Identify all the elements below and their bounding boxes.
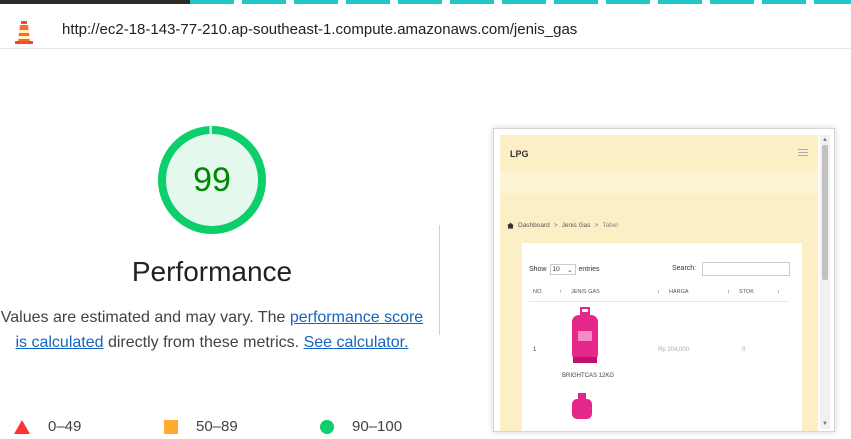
gas-cylinder-image (572, 393, 592, 419)
col-jenis-gas: JENIS GAS (571, 289, 600, 295)
lighthouse-icon (15, 21, 33, 44)
sort-icon: ↕ (727, 289, 730, 295)
vertical-divider (439, 225, 440, 335)
breadcrumb: Dashboard > Jenis Gas > Tabel (507, 222, 618, 229)
scroll-up-icon: ▲ (822, 137, 828, 143)
hamburger-icon (798, 149, 808, 158)
sort-icon: ↕ (777, 289, 780, 295)
header-band (500, 171, 818, 193)
calculator-link[interactable]: See calculator. (304, 334, 409, 351)
sort-icon: ↑ (559, 289, 562, 295)
entries-select: 10 ⌄ (549, 264, 576, 275)
scroll-down-icon: ▼ (822, 421, 828, 427)
search-label: Search: (672, 265, 697, 272)
product-name: BRIGHTCAS 12KG (562, 373, 615, 379)
performance-score: 99 (193, 160, 231, 199)
col-no: NO. (533, 289, 543, 295)
table-header: NO. ↑ JENIS GAS ↕ HARGA ↕ STOK ↕ (529, 285, 789, 302)
app-preview: LPG Dashboard > Jenis Gas > Tabel Show 1… (500, 135, 818, 431)
gas-cylinder-image (572, 307, 598, 363)
legend-average: 50–89 (164, 418, 238, 435)
product-stock: 0 (742, 347, 746, 353)
row-number: 1 (533, 347, 537, 353)
sort-icon: ↕ (657, 289, 660, 295)
triangle-icon (14, 419, 30, 434)
legend-fail: 0–49 (14, 418, 81, 435)
app-title: LPG (510, 149, 529, 159)
col-harga: HARGA (669, 289, 689, 295)
report-url-bar: http://ec2-18-143-77-210.ap-southeast-1.… (0, 6, 851, 49)
search-input (702, 262, 790, 276)
circle-icon (320, 419, 334, 434)
score-description: Values are estimated and may vary. The p… (0, 309, 424, 351)
entries-control: Show 10 ⌄ entries (529, 264, 600, 275)
table-card: Show 10 ⌄ entries Search: NO. ↑ JENIS GAS… (522, 243, 802, 431)
square-icon (164, 419, 178, 434)
category-title: Performance (131, 256, 293, 287)
chevron-down-icon: ⌄ (567, 266, 573, 274)
preview-scrollbar: ▲ ▼ (820, 135, 830, 429)
home-icon (507, 222, 514, 229)
col-stok: STOK (739, 289, 754, 295)
page-url[interactable]: http://ec2-18-143-77-210.ap-southeast-1.… (62, 21, 577, 38)
legend-pass: 90–100 (320, 418, 402, 435)
final-screenshot[interactable]: LPG Dashboard > Jenis Gas > Tabel Show 1… (493, 128, 835, 432)
product-price: Rp 204,000 (658, 347, 690, 353)
